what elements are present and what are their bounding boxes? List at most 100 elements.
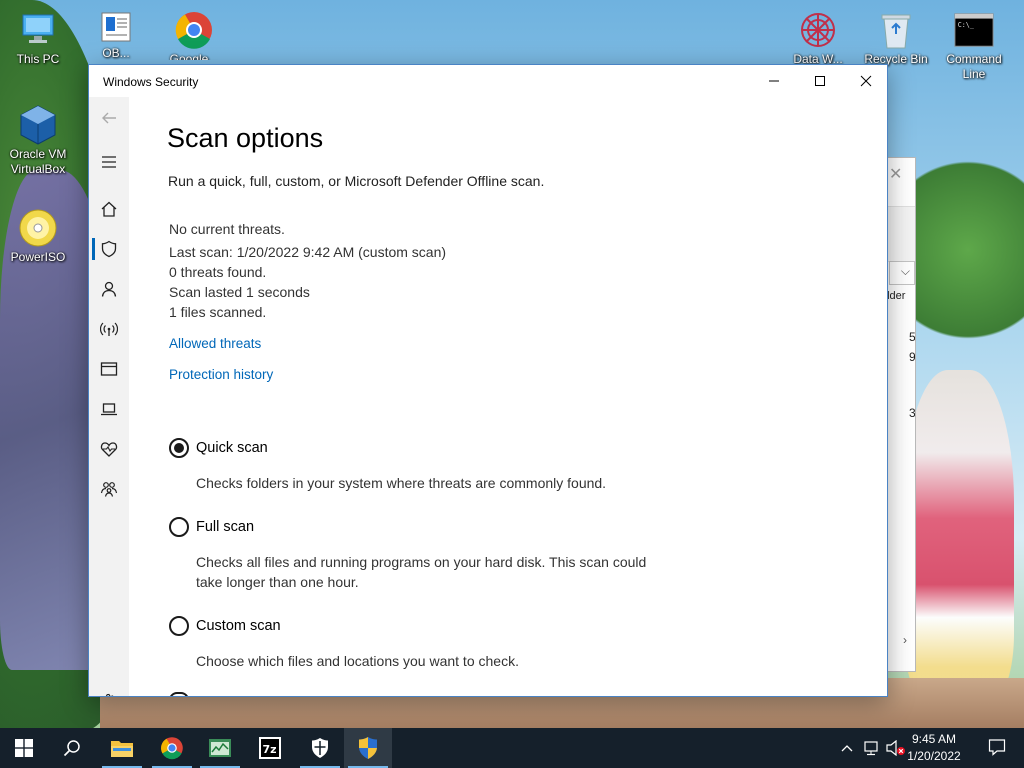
notification-icon [988,739,1006,756]
recycle-bin-icon [876,10,916,50]
windows-security-window: Windows Security Scan options Run a quic… [88,64,888,697]
svg-text:7z: 7z [263,743,277,756]
chevron-down-icon: ⌵ [900,264,910,278]
desktop-icon-virtualbox[interactable]: Oracle VM VirtualBox [0,105,76,177]
windows-security-icon [312,738,328,758]
chrome-icon [174,10,214,50]
search-button[interactable] [48,728,96,768]
svg-text:C:\_: C:\_ [958,21,974,29]
minimize-button[interactable] [751,65,797,97]
nav-device-performance[interactable] [89,433,129,465]
nav-home[interactable] [89,193,129,225]
desktop-icon-label: OB... [102,46,130,60]
background-window-value: 9 [909,350,916,364]
background-window-value: 5 [909,330,916,344]
desktop-icon-label: This PC [16,52,60,66]
background-window-dropdown[interactable]: ⌵ [889,261,915,285]
nav-virus-threat-protection[interactable] [89,233,129,265]
background-window-value: 3 [909,406,916,420]
desktop-icon-label: Oracle VM VirtualBox [9,147,67,176]
virtualbox-icon [18,105,58,145]
nav-account-protection[interactable] [89,273,129,305]
full-scan-label[interactable]: Full scan [196,519,254,535]
custom-scan-radio[interactable] [169,616,189,636]
taskbar-file-explorer[interactable] [98,728,146,768]
desktop-icon-recycle-bin[interactable]: Recycle Bin [858,10,934,67]
notepad-icon [96,10,136,44]
allowed-threats-link[interactable]: Allowed threats [169,336,261,351]
full-scan-description: Checks all files and running programs on… [196,554,647,590]
clock-date: 1/20/2022 [907,749,961,763]
home-icon [101,201,117,217]
back-button[interactable] [89,102,129,134]
desktop-icon-ob[interactable]: OB... [78,10,154,60]
7zip-icon: 7z [259,737,281,759]
maximize-button[interactable] [797,65,843,97]
task-manager-icon [209,739,231,757]
close-icon[interactable]: ✕ [889,164,902,184]
shield-icon [101,240,117,258]
last-scan-info: Last scan: 1/20/2022 9:42 AM (custom sca… [169,244,447,260]
quick-scan-label[interactable]: Quick scan [196,440,268,456]
taskbar-windows-security[interactable] [296,728,344,768]
taskbar-7zip[interactable]: 7z [246,728,294,768]
nav-family-options[interactable] [89,473,129,505]
nav-app-browser-control[interactable] [89,353,129,385]
start-button[interactable] [0,728,48,768]
gear-icon [105,693,114,696]
search-icon [63,740,80,757]
threat-status: No current threats. [169,221,285,237]
windows-start-icon [15,739,33,757]
custom-scan-description: Choose which files and locations you wan… [196,653,519,669]
files-scanned: 1 files scanned. [169,304,267,320]
minimize-icon [769,80,779,82]
close-icon [860,75,872,87]
show-hidden-icons[interactable] [838,728,856,768]
laptop-icon [101,403,117,416]
network-status[interactable] [860,728,882,768]
threats-found: 0 threats found. [169,264,267,280]
desktop-icon-poweriso[interactable]: PowerISO [0,208,76,265]
custom-scan-label[interactable]: Custom scan [196,618,281,634]
taskbar-uac-shield[interactable] [344,728,392,768]
person-icon [101,281,117,297]
protection-history-link[interactable]: Protection history [169,367,273,382]
nav-device-security[interactable] [89,393,129,425]
desktop-icon-command-line[interactable]: C:\_ Command Line [936,10,1012,82]
desktop-icon-label: Google... [169,52,219,60]
maximize-icon [815,76,825,86]
navigation-rail [89,97,129,696]
window-title: Windows Security [103,75,199,89]
action-center-button[interactable] [988,738,1006,761]
taskbar-chrome[interactable] [148,728,196,768]
back-arrow-icon [102,112,116,124]
main-content: Scan options Run a quick, full, custom, … [167,97,887,696]
desktop-icon-chrome[interactable]: Google... [156,10,232,60]
command-line-icon: C:\_ [954,10,994,50]
nav-firewall-network[interactable] [89,313,129,345]
chevron-up-icon [841,745,853,752]
close-button[interactable] [843,65,887,97]
desktop-icon-data[interactable]: Data W... [780,10,856,70]
clock-time: 9:45 AM [911,732,957,746]
title-bar: Windows Security [89,65,887,97]
shield-uac-icon [359,737,377,759]
desktop-icon-this-pc[interactable]: This PC [0,10,76,67]
taskbar-clock[interactable]: 9:45 AM 1/20/2022 [902,731,966,765]
poweriso-icon [18,208,58,248]
full-scan-radio[interactable] [169,517,189,537]
nav-settings[interactable] [89,686,129,696]
quick-scan-radio[interactable] [169,438,189,458]
hamburger-menu-icon [102,156,116,168]
chevron-right-icon[interactable]: › [903,633,907,647]
desktop-icon-label: PowerISO [10,250,66,264]
this-pc-icon [18,10,58,50]
datawrangler-icon [798,10,838,50]
offline-scan-radio[interactable] [169,692,189,696]
menu-button[interactable] [89,146,129,178]
taskbar-task-manager[interactable] [196,728,244,768]
scan-duration: Scan lasted 1 seconds [169,284,310,300]
browser-window-icon [100,362,118,376]
chrome-icon [161,737,183,760]
quick-scan-description: Checks folders in your system where thre… [196,475,607,491]
